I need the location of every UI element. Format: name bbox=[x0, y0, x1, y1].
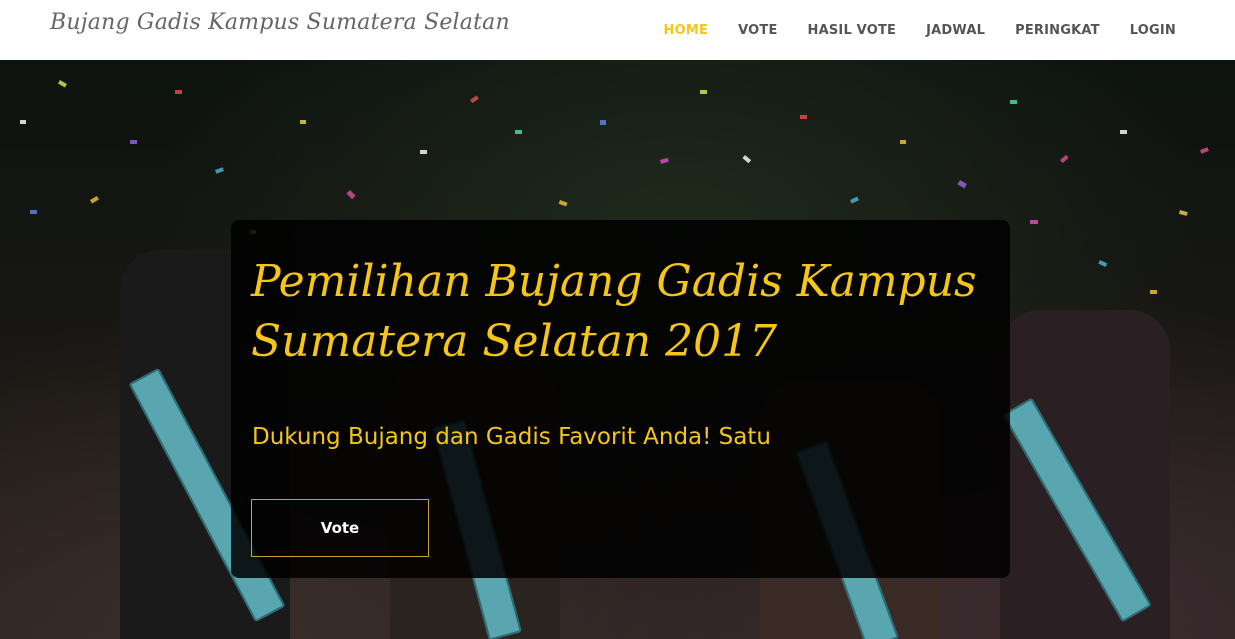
nav-hasil-vote[interactable]: HASIL VOTE bbox=[793, 23, 912, 38]
site-brand[interactable]: Bujang Gadis Kampus Sumatera Selatan bbox=[50, 10, 510, 35]
hero-card: Pemilihan Bujang Gadis Kampus Sumatera S… bbox=[231, 220, 1010, 578]
main-nav: HOME VOTE HASIL VOTE JADWAL PERINGKAT LO… bbox=[649, 0, 1235, 60]
hero-subtitle: Dukung Bujang dan Gadis Favorit Anda! Sa… bbox=[252, 424, 771, 450]
nav-login[interactable]: LOGIN bbox=[1115, 23, 1191, 38]
top-navbar: Bujang Gadis Kampus Sumatera Selatan HOM… bbox=[0, 0, 1235, 60]
hero-section: Pemilihan Bujang Gadis Kampus Sumatera S… bbox=[0, 60, 1235, 639]
nav-home[interactable]: HOME bbox=[649, 23, 724, 38]
vote-button[interactable]: Vote bbox=[251, 499, 429, 557]
nav-jadwal[interactable]: JADWAL bbox=[911, 23, 1000, 38]
hero-title: Pemilihan Bujang Gadis Kampus Sumatera S… bbox=[251, 256, 977, 367]
nav-vote[interactable]: VOTE bbox=[723, 23, 792, 38]
nav-peringkat[interactable]: PERINGKAT bbox=[1000, 23, 1115, 38]
